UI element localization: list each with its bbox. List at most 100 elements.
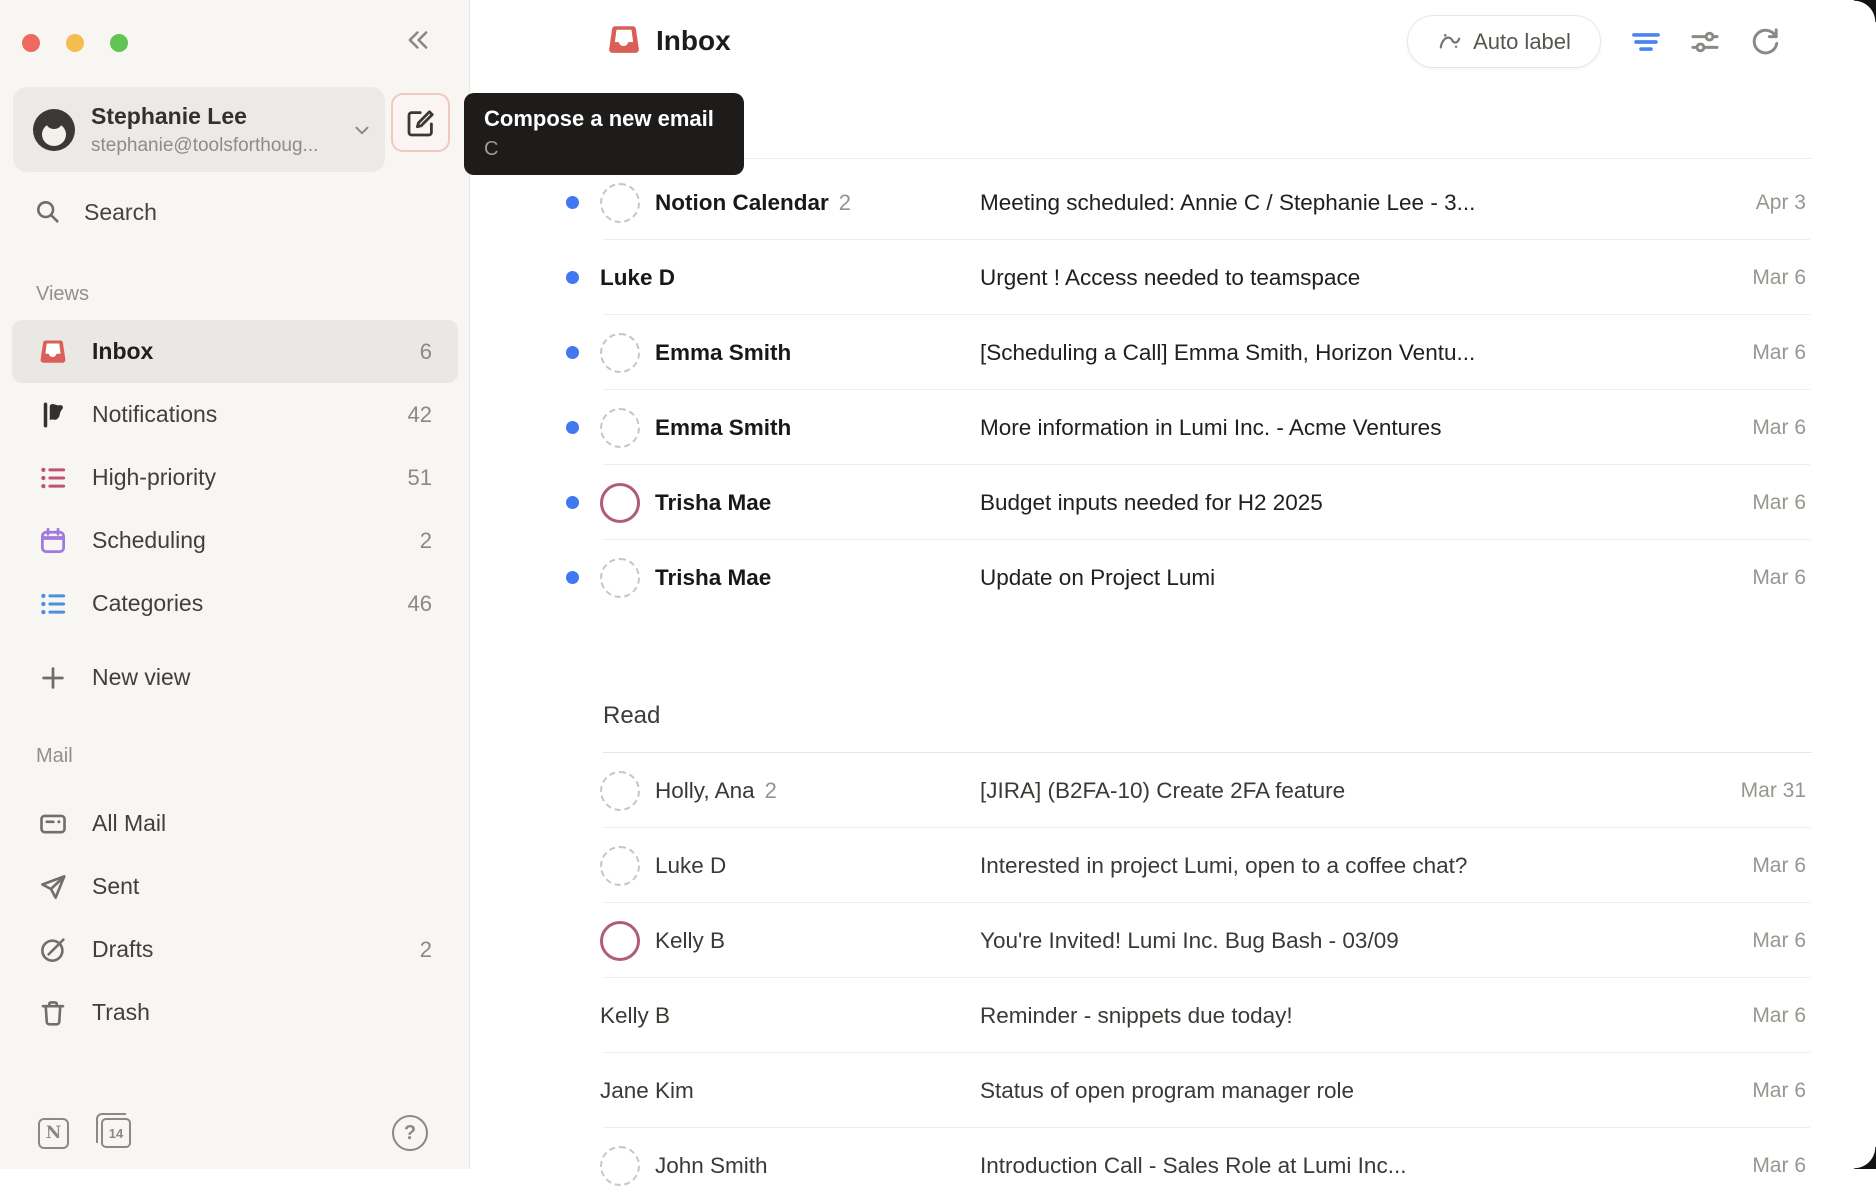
profile-name: Stephanie Lee (91, 102, 318, 131)
sidebar-item-high-priority[interactable]: High-priority 51 (12, 446, 458, 509)
email-date: Mar 6 (1752, 929, 1806, 953)
email-row-john-smith[interactable]: John Smith Introduction Call - Sales Rol… (470, 1128, 1876, 1203)
unread-dot (566, 421, 579, 434)
high-priority-icon (38, 463, 68, 493)
email-sender: Luke D (600, 265, 675, 291)
sidebar: Stephanie Lee stephanie@toolsforthoug...… (0, 0, 470, 1169)
read-section-header: Read (603, 702, 660, 730)
search-button[interactable]: Search (0, 185, 470, 239)
email-subject: Introduction Call - Sales Role at Lumi I… (980, 1153, 1696, 1179)
minimize-window-button[interactable] (66, 34, 84, 52)
close-window-button[interactable] (22, 34, 40, 52)
email-subject: [Scheduling a Call] Emma Smith, Horizon … (980, 340, 1696, 366)
sidebar-button-new-view[interactable]: New view (12, 646, 458, 709)
filter-lines-icon (1629, 25, 1663, 59)
unread-count-badge: 6 (420, 339, 432, 365)
email-sender: Notion Calendar (655, 190, 829, 216)
tooltip-title: Compose a new email (484, 106, 724, 132)
main-panel: Inbox Auto label Notion Calendar 2 Meeti (470, 0, 1876, 1169)
email-subject: More information in Lumi Inc. - Acme Ven… (980, 415, 1696, 441)
email-row-emma-smith[interactable]: Emma Smith [Scheduling a Call] Emma Smit… (470, 315, 1876, 390)
search-label: Search (84, 199, 157, 226)
email-subject: Urgent ! Access needed to teamspace (980, 265, 1696, 291)
email-subject: Interested in project Lumi, open to a co… (980, 853, 1696, 879)
avatar-circle (600, 771, 640, 811)
sidebar-footer: N 14 ? (0, 1105, 470, 1161)
email-date: Mar 6 (1752, 341, 1806, 365)
scheduling-icon (38, 526, 68, 556)
sidebar-item-notifications[interactable]: Notifications 42 (12, 383, 458, 446)
avatar-circle (600, 183, 640, 223)
thread-count: 2 (839, 190, 851, 216)
sidebar-item-trash[interactable]: Trash (12, 981, 458, 1044)
auto-label-button[interactable]: Auto label (1407, 15, 1601, 68)
compose-tooltip: Compose a new email C (464, 93, 744, 175)
refresh-button[interactable] (1747, 24, 1783, 60)
notifications-icon (38, 400, 68, 430)
sidebar-item-inbox[interactable]: Inbox 6 (12, 320, 458, 383)
unread-count-badge: 2 (420, 528, 432, 554)
email-row-holly-ana[interactable]: Holly, Ana 2 [JIRA] (B2FA-10) Create 2FA… (470, 753, 1876, 828)
sidebar-item-scheduling[interactable]: Scheduling 2 (12, 509, 458, 572)
unread-dot (566, 571, 579, 584)
email-date: Apr 3 (1756, 191, 1806, 215)
email-row-trisha-mae[interactable]: Trisha Mae Update on Project Lumi Mar 6 (470, 540, 1876, 615)
email-row-kelly-b[interactable]: Kelly B Reminder - snippets due today! M… (470, 978, 1876, 1053)
unread-dot (566, 271, 579, 284)
email-sender: Emma Smith (655, 415, 791, 441)
email-subject: Status of open program manager role (980, 1078, 1696, 1104)
unread-dot (566, 346, 579, 359)
notion-logo-icon[interactable]: N (38, 1118, 69, 1149)
unread-section-divider (603, 158, 1812, 159)
sidebar-item-all-mail[interactable]: All Mail (12, 792, 458, 855)
unread-email-list: Notion Calendar 2 Meeting scheduled: Ann… (470, 165, 1876, 615)
inbox-icon (606, 22, 642, 58)
new-view-list: New view (0, 646, 470, 709)
tooltip-shortcut: C (484, 138, 724, 161)
avatar-circle (600, 333, 640, 373)
notion-calendar-icon[interactable]: 14 (101, 1118, 131, 1148)
email-sender: John Smith (655, 1153, 768, 1179)
email-subject: Meeting scheduled: Annie C / Stephanie L… (980, 190, 1696, 216)
email-subject: Budget inputs needed for H2 2025 (980, 490, 1696, 516)
zoom-window-button[interactable] (110, 34, 128, 52)
avatar-circle (600, 483, 640, 523)
views-section-header: Views (36, 283, 89, 306)
compose-button[interactable] (391, 93, 450, 152)
email-date: Mar 6 (1752, 266, 1806, 290)
email-row-notion-calendar[interactable]: Notion Calendar 2 Meeting scheduled: Ann… (470, 165, 1876, 240)
email-subject: You're Invited! Lumi Inc. Bug Bash - 03/… (980, 928, 1696, 954)
sidebar-item-sent[interactable]: Sent (12, 855, 458, 918)
email-row-jane-kim[interactable]: Jane Kim Status of open program manager … (470, 1053, 1876, 1128)
help-icon[interactable]: ? (392, 1115, 428, 1151)
email-date: Mar 6 (1752, 566, 1806, 590)
thread-count: 2 (765, 778, 777, 804)
filter-button[interactable] (1628, 24, 1664, 60)
email-row-emma-smith[interactable]: Emma Smith More information in Lumi Inc.… (470, 390, 1876, 465)
email-row-luke-d[interactable]: Luke D Interested in project Lumi, open … (470, 828, 1876, 903)
sent-icon (38, 872, 68, 902)
sidebar-item-drafts[interactable]: Drafts 2 (12, 918, 458, 981)
account-switcher[interactable]: Stephanie Lee stephanie@toolsforthoug... (13, 87, 385, 172)
all-mail-icon (38, 809, 68, 839)
views-list: Inbox 6 Notifications 42 High-priority 5… (0, 320, 470, 635)
collapse-sidebar-button[interactable] (400, 22, 436, 58)
avatar-circle (600, 408, 640, 448)
email-row-kelly-b[interactable]: Kelly B You're Invited! Lumi Inc. Bug Ba… (470, 903, 1876, 978)
window-controls (22, 34, 128, 52)
unread-count-badge: 51 (408, 465, 432, 491)
display-settings-button[interactable] (1687, 24, 1723, 60)
auto-label-text: Auto label (1473, 29, 1571, 55)
email-sender: Kelly B (600, 1003, 670, 1029)
sidebar-item-categories[interactable]: Categories 46 (12, 572, 458, 635)
email-row-trisha-mae[interactable]: Trisha Mae Budget inputs needed for H2 2… (470, 465, 1876, 540)
email-sender: Jane Kim (600, 1078, 694, 1104)
email-sender: Holly, Ana (655, 778, 755, 804)
count-badge: 2 (420, 937, 432, 963)
email-row-luke-d[interactable]: Luke D Urgent ! Access needed to teamspa… (470, 240, 1876, 315)
mail-list: All Mail Sent Drafts 2 Trash (0, 792, 470, 1044)
profile-email: stephanie@toolsforthoug... (91, 135, 318, 157)
avatar-circle (600, 558, 640, 598)
email-sender: Emma Smith (655, 340, 791, 366)
email-date: Mar 6 (1752, 1154, 1806, 1178)
